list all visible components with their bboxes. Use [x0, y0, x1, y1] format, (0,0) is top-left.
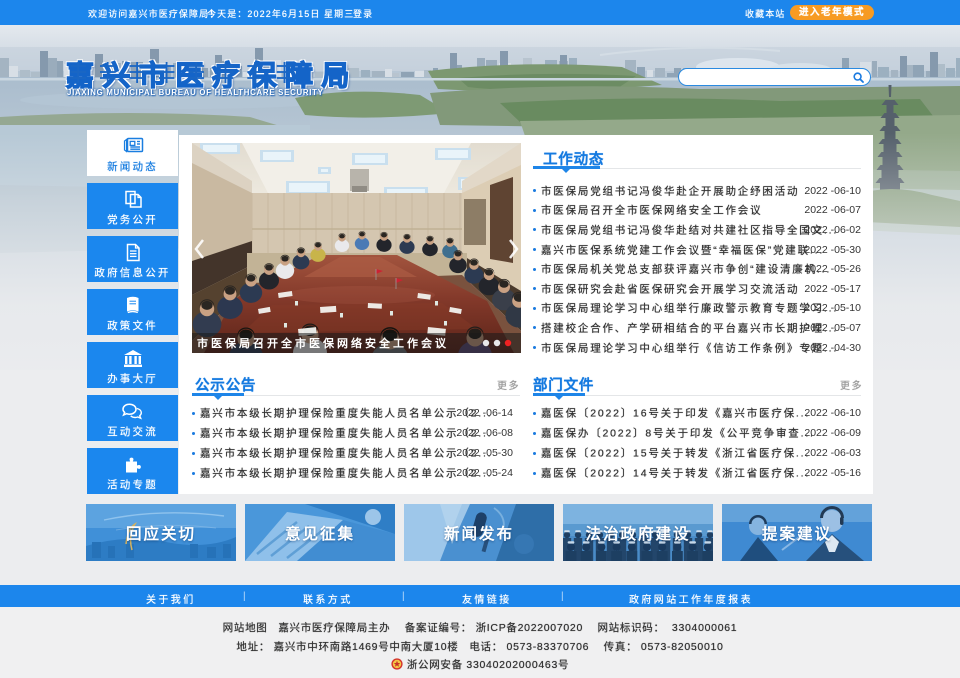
svg-text:市医保局召开全市医保网络安全工作会议: 市医保局召开全市医保网络安全工作会议: [197, 336, 449, 350]
